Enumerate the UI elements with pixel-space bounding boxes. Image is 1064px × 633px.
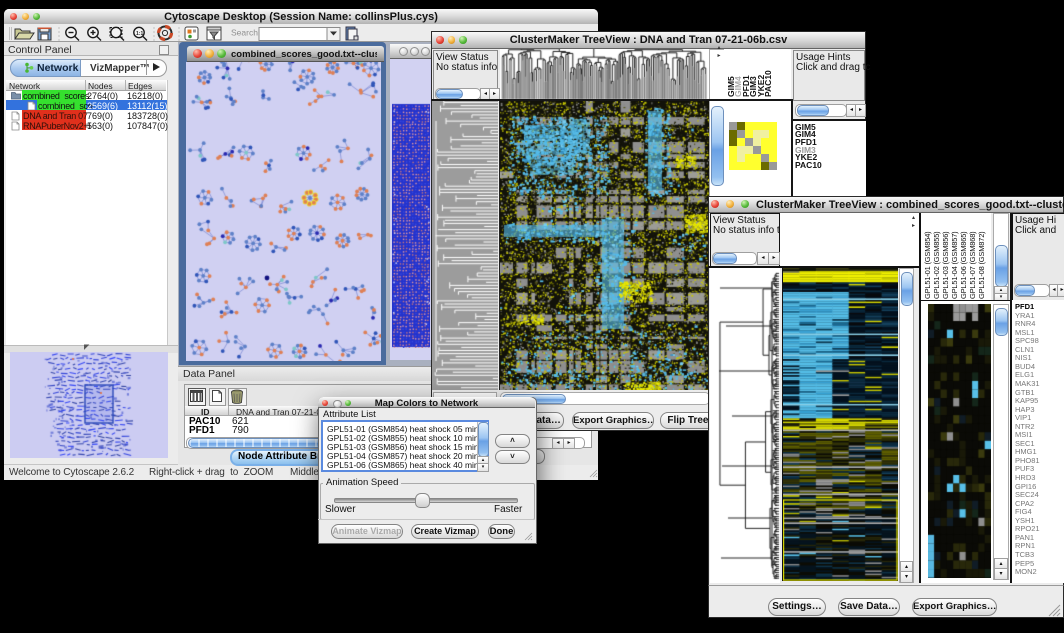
svg-text:1:1: 1:1 <box>136 31 143 37</box>
svg-text:Search:: Search: <box>231 28 260 38</box>
